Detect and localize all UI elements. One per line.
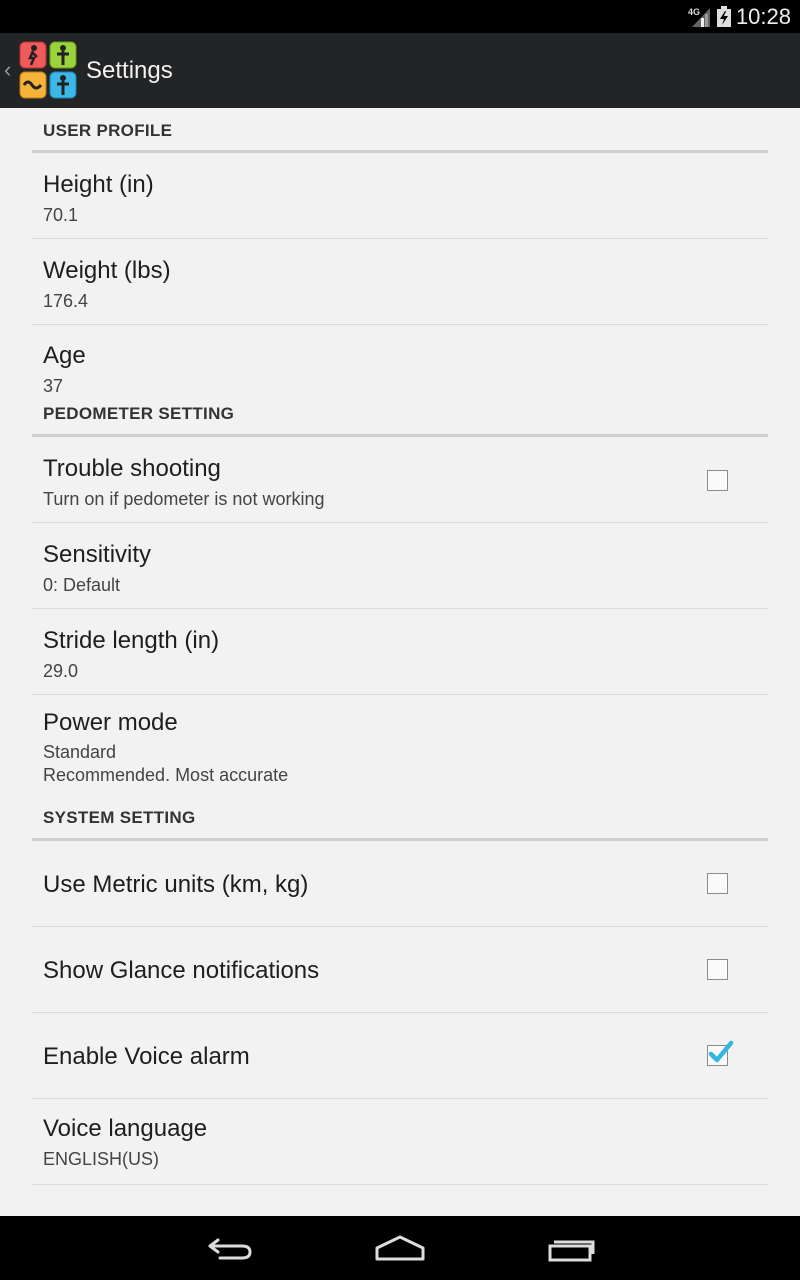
- pref-summary-detail: Recommended. Most accurate: [43, 765, 289, 785]
- svg-text:4G: 4G: [688, 7, 700, 17]
- signal-icon: 4G: [688, 7, 710, 27]
- checkmark-icon: [708, 1040, 734, 1063]
- back-icon[interactable]: [206, 1236, 254, 1262]
- pref-sensitivity[interactable]: Sensitivity 0: Default: [32, 523, 768, 609]
- section-header-label: SYSTEM SETTING: [43, 808, 196, 827]
- pref-summary: 70.1: [43, 205, 79, 225]
- pref-summary: 0: Default: [43, 575, 121, 595]
- pref-title: Use Metric units (km, kg): [43, 871, 309, 898]
- up-caret-icon[interactable]: ‹: [4, 57, 11, 83]
- pref-power-mode[interactable]: Power mode Standard Recommended. Most ac…: [32, 695, 768, 795]
- pref-summary: Turn on if pedometer is not working: [43, 489, 325, 509]
- battery-icon: [717, 6, 731, 27]
- pref-title: Sensitivity: [43, 541, 152, 568]
- pref-title: Power mode: [43, 709, 178, 736]
- metric-units-checkbox[interactable]: [707, 873, 728, 894]
- section-header-label: USER PROFILE: [43, 121, 173, 140]
- pref-height[interactable]: Height (in) 70.1: [32, 153, 768, 239]
- pref-stride-length[interactable]: Stride length (in) 29.0: [32, 609, 768, 695]
- pref-trouble-shooting[interactable]: Trouble shooting Turn on if pedometer is…: [32, 437, 768, 523]
- pref-title: Height (in): [43, 171, 154, 198]
- pref-summary: Standard: [43, 742, 117, 762]
- action-bar: ‹ Settings: [0, 33, 800, 108]
- pref-weight[interactable]: Weight (lbs) 176.4: [32, 239, 768, 325]
- pref-voice-language[interactable]: Voice language ENGLISH(US): [32, 1099, 768, 1185]
- pref-title: Stride length (in): [43, 627, 220, 654]
- pref-glance-notifications[interactable]: Show Glance notifications: [32, 927, 768, 1013]
- screen-title: Settings: [86, 57, 173, 84]
- trouble-shooting-checkbox[interactable]: [707, 470, 728, 491]
- recents-icon[interactable]: [546, 1236, 596, 1262]
- pref-summary: 176.4: [43, 291, 89, 311]
- pref-title: Weight (lbs): [43, 257, 171, 284]
- settings-list: USER PROFILE Height (in) 70.1 Weight (lb…: [32, 108, 768, 1185]
- section-header-label: PEDOMETER SETTING: [43, 404, 235, 423]
- glance-notifications-checkbox[interactable]: [707, 959, 728, 980]
- pref-voice-alarm[interactable]: Enable Voice alarm: [32, 1013, 768, 1099]
- navigation-bar: [0, 1216, 800, 1280]
- status-bar: 4G 10:28: [0, 0, 800, 33]
- pref-age[interactable]: Age 37: [32, 325, 768, 396]
- pref-title: Age: [43, 342, 86, 369]
- voice-alarm-checkbox[interactable]: [707, 1040, 734, 1066]
- pref-metric-units[interactable]: Use Metric units (km, kg): [32, 841, 768, 927]
- pref-title: Show Glance notifications: [43, 957, 320, 984]
- section-header-pedometer: PEDOMETER SETTING: [32, 391, 768, 437]
- pref-summary: ENGLISH(US): [43, 1149, 160, 1169]
- section-header-system: SYSTEM SETTING: [32, 795, 768, 841]
- clock: 10:28: [735, 4, 791, 29]
- section-header-user-profile: USER PROFILE: [32, 108, 768, 153]
- pref-summary: 29.0: [43, 661, 79, 681]
- pref-title: Voice language: [43, 1115, 208, 1142]
- pref-title: Trouble shooting: [43, 455, 221, 482]
- pedometer-app-icon[interactable]: [19, 41, 77, 99]
- home-icon[interactable]: [374, 1234, 426, 1262]
- pref-title: Enable Voice alarm: [43, 1043, 250, 1070]
